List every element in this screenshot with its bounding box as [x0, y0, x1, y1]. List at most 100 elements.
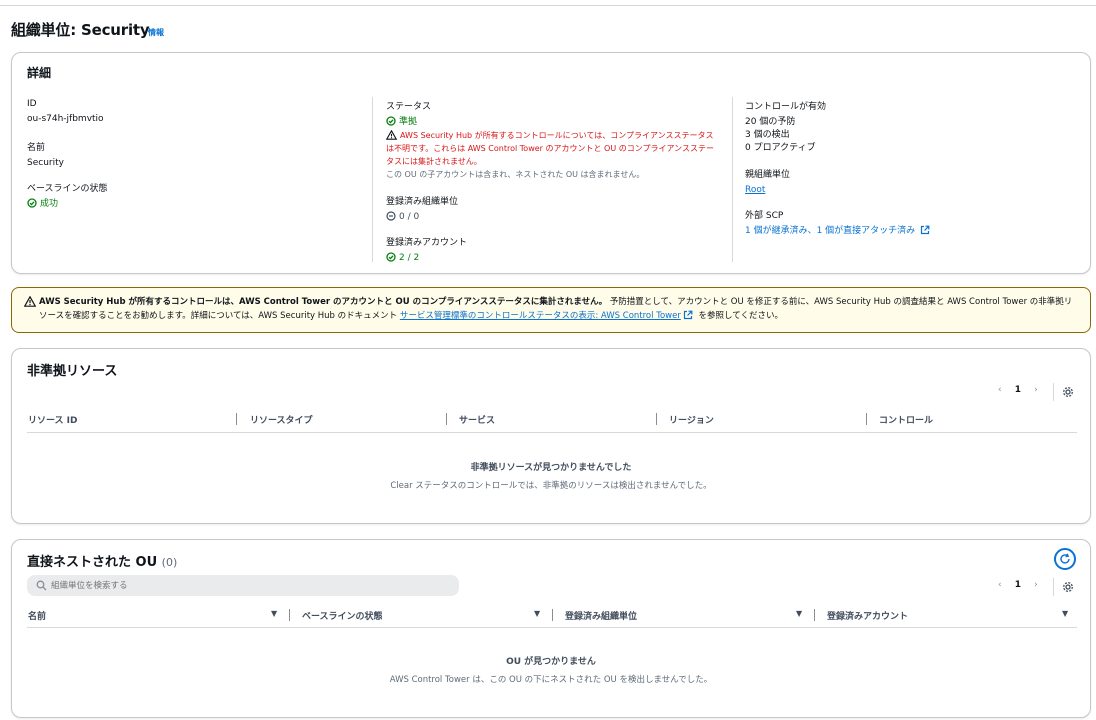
empty-state-title: 非準拠リソースが見つかりませんでした	[470, 463, 632, 473]
registered-acct-label: 登録済みアカウント	[386, 238, 468, 248]
registered-acct-value: 2 / 2	[399, 253, 420, 263]
current-page[interactable]: 1	[1015, 580, 1021, 590]
settings-icon[interactable]	[1062, 581, 1074, 593]
status-note: この OU の子アカウントは含まれ、ネストされた OU は含まれません。	[386, 170, 645, 179]
nested-ous-count: (0)	[161, 556, 178, 569]
column-header-resource-type[interactable]: リソースタイプ	[250, 413, 313, 426]
scp-link-text: 1 個が継承済み、1 個が直接アタッチ済み	[745, 226, 916, 236]
prev-page-button[interactable]: ‹	[998, 580, 1002, 590]
column-header-name[interactable]: 名前	[28, 609, 46, 622]
controls-proactive: 0 プロアクティブ	[745, 143, 816, 153]
caret-down-icon[interactable]: ▼	[796, 609, 802, 618]
prev-page-button[interactable]: ‹	[998, 385, 1002, 395]
next-page-button[interactable]: ›	[1034, 385, 1038, 395]
scp-field: 外部 SCP 1 個が継承済み、1 個が直接アタッチ済み	[745, 208, 933, 238]
warning-icon	[24, 296, 36, 307]
alert-doc-link-text: サービス管理標準のコントロールステータスの表示: AWS Control Tow…	[399, 311, 681, 321]
controls-field: コントロールが有効 20 個の予防 3 個の検出 0 プロアクティブ	[745, 99, 826, 155]
refresh-icon	[1060, 553, 1070, 564]
column-separator[interactable]	[866, 413, 867, 425]
registered-acct-field: 登録済みアカウント 2 / 2	[386, 235, 467, 265]
parent-ou-field: 親組織単位 Root	[745, 167, 790, 197]
baseline-label: ベースラインの状態	[27, 184, 108, 194]
top-divider	[0, 5, 1096, 6]
current-page[interactable]: 1	[1015, 385, 1021, 395]
status-warning: AWS Security Hub が所有するコントロールについては、コンプライア…	[386, 129, 721, 168]
caret-down-icon[interactable]: ▼	[534, 609, 540, 618]
id-value: ou-s74h-jfbmvtio	[27, 114, 104, 124]
baseline-value: 成功	[40, 199, 59, 209]
details-panel: 詳細 ID ou-s74h-jfbmvtio 名前 Security ベースライ…	[11, 52, 1091, 274]
registered-ou-status: 0 / 0	[386, 211, 458, 224]
column-header-region[interactable]: リージョン	[669, 413, 714, 426]
search-icon	[36, 580, 47, 591]
status-positive-icon	[386, 252, 396, 262]
name-value: Security	[27, 158, 64, 168]
baseline-field: ベースラインの状態 成功	[27, 181, 108, 211]
registered-ou-value: 0 / 0	[399, 212, 420, 222]
column-header-baseline-status[interactable]: ベースラインの状態	[302, 609, 383, 622]
alert-doc-link[interactable]: サービス管理標準のコントロールステータスの表示: AWS Control Tow…	[399, 310, 696, 321]
table-header-divider	[27, 432, 1077, 433]
registered-acct-status: 2 / 2	[386, 252, 467, 265]
status-label: ステータス	[386, 102, 432, 112]
name-label: 名前	[27, 143, 46, 153]
status-positive-icon	[27, 198, 37, 208]
registered-ou-label: 登録済み組織単位	[386, 197, 459, 207]
parent-ou-label: 親組織単位	[745, 170, 791, 180]
pager-divider	[1053, 578, 1054, 596]
column-header-resource-id[interactable]: リソース ID	[28, 413, 78, 426]
search-ou-field[interactable]	[27, 575, 459, 596]
info-link[interactable]: 情報	[148, 27, 164, 38]
column-header-service[interactable]: サービス	[459, 413, 495, 426]
table-header-divider	[27, 627, 1077, 628]
controls-detective: 3 個の検出	[745, 130, 790, 140]
column-separator[interactable]	[656, 413, 657, 425]
details-title: 詳細	[27, 66, 52, 80]
nested-ous-title: 直接ネストされた OU (0)	[27, 551, 177, 570]
page-title: 組織単位: Security	[11, 21, 150, 39]
next-page-button[interactable]: ›	[1034, 580, 1038, 590]
status-compliant: 準拠	[386, 116, 721, 129]
controls-label: コントロールが有効	[745, 102, 827, 112]
pagination: ‹ 1 ›	[998, 385, 1038, 395]
scp-label: 外部 SCP	[745, 211, 784, 221]
status-positive-icon	[386, 116, 396, 126]
alert-message: AWS Security Hub が所有するコントロールは、AWS Contro…	[39, 295, 1079, 323]
pager-divider	[1053, 383, 1054, 401]
alert-bold-text: AWS Security Hub が所有するコントロールは、AWS Contro…	[39, 297, 608, 307]
warning-alert: AWS Security Hub が所有するコントロールは、AWS Contro…	[11, 287, 1091, 333]
status-stopped-icon	[386, 211, 396, 221]
registered-ou-field: 登録済み組織単位 0 / 0	[386, 194, 458, 224]
column-separator[interactable]	[289, 609, 290, 621]
caret-down-icon[interactable]: ▼	[1062, 609, 1068, 618]
column-divider	[732, 97, 733, 262]
name-field: 名前 Security	[27, 140, 64, 170]
baseline-status: 成功	[27, 198, 108, 211]
column-separator[interactable]	[552, 609, 553, 621]
empty-state-title: OU が見つかりません	[506, 657, 596, 667]
external-link-icon	[683, 310, 693, 320]
column-header-registered-ous[interactable]: 登録済み組織単位	[565, 609, 637, 622]
warning-icon	[386, 130, 397, 140]
nested-ous-panel: 直接ネストされた OU (0) ‹ 1 › 名前 ▼ ベースラインの状態 ▼ 登…	[11, 539, 1091, 718]
column-separator[interactable]	[814, 609, 815, 621]
id-field: ID ou-s74h-jfbmvtio	[27, 99, 104, 126]
alert-tail-text: を参照してください。	[695, 311, 784, 321]
column-separator[interactable]	[446, 413, 447, 425]
column-header-control[interactable]: コントロール	[879, 413, 933, 426]
caret-down-icon[interactable]: ▼	[271, 609, 277, 618]
status-field: ステータス 準拠 AWS Security Hub が所有するコントロールについ…	[386, 99, 721, 181]
status-value: 準拠	[399, 117, 418, 127]
empty-state-description: Clear ステータスのコントロールでは、非準拠のリソースは検出されませんでした…	[390, 481, 712, 491]
noncompliant-resources-panel: 非準拠リソース ‹ 1 › リソース ID リソースタイプ サービス リージョン…	[11, 348, 1091, 524]
scp-link[interactable]: 1 個が継承済み、1 個が直接アタッチ済み	[745, 225, 933, 238]
column-separator[interactable]	[236, 413, 237, 425]
external-link-icon	[920, 225, 930, 235]
refresh-button[interactable]	[1054, 548, 1076, 570]
settings-icon[interactable]	[1062, 386, 1074, 398]
search-ou-input[interactable]	[51, 578, 451, 593]
parent-ou-link[interactable]: Root	[745, 184, 790, 197]
nested-ous-title-text: 直接ネストされた OU	[27, 555, 158, 570]
column-header-registered-accounts[interactable]: 登録済みアカウント	[827, 609, 908, 622]
